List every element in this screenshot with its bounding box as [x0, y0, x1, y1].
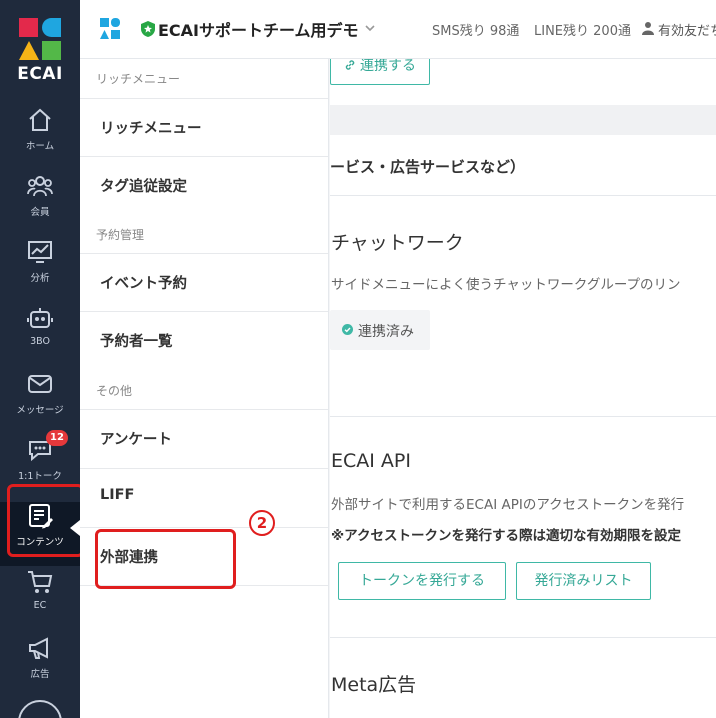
workspace-title[interactable]: ECAIサポートチーム用デモ: [158, 17, 359, 41]
nav-item-message[interactable]: メッセージ: [0, 370, 80, 434]
ecai-logo-icon: [19, 18, 61, 62]
highlight-box-external: [95, 529, 236, 589]
divider: [330, 195, 716, 196]
nav-item-analytics[interactable]: 分析: [0, 238, 80, 302]
top-header: ECAIサポートチーム用デモ SMS残り 98通 LINE残り 200通 有効友…: [80, 0, 716, 59]
robot-icon: [27, 308, 53, 328]
api-description: 外部サイトで利用するECAI APIのアクセストークンを発行: [331, 497, 685, 513]
submenu-section-richmenu: リッチメニュー: [96, 72, 181, 86]
submenu-section-other: その他: [96, 384, 133, 398]
home-icon: [29, 108, 51, 131]
api-title: ECAI API: [331, 450, 411, 472]
cart-icon: [28, 571, 53, 593]
nav-label: EC: [33, 600, 47, 611]
nav-label: 3BO: [30, 336, 50, 347]
divider: [330, 416, 716, 417]
submenu-item-survey[interactable]: アンケート: [80, 409, 328, 467]
chatwork-title: チャットワーク: [331, 232, 464, 254]
brand-logo[interactable]: ECAI: [0, 0, 80, 96]
highlight-box-content: [7, 484, 84, 557]
content-submenu: リッチメニュー リッチメニュー タグ追従設定 予約管理 イベント予約 予約者一覧…: [80, 59, 329, 718]
divider: [330, 637, 716, 638]
chatwork-status-label: 連携済み: [358, 324, 414, 340]
chevron-down-icon[interactable]: [364, 22, 376, 34]
chatwork-description: サイドメニューによく使うチャットワークグループのリン: [331, 277, 681, 293]
submenu-item-tag-tracking[interactable]: タグ追従設定: [80, 156, 328, 214]
left-navigation: ECAI ホーム 会員 分析 3BO メッセージ 12 1:1トーク コンテンツ…: [0, 0, 80, 718]
brand-name: ECAI: [17, 64, 63, 84]
account-avatar[interactable]: [18, 700, 62, 718]
mail-icon: [28, 375, 52, 393]
nav-label: 1:1トーク: [18, 471, 62, 482]
nav-label: メッセージ: [16, 405, 64, 416]
chart-icon: [28, 241, 52, 263]
annotation-number-2: 2: [249, 510, 275, 536]
submenu-item-label: 予約者一覧: [100, 334, 173, 350]
megaphone-icon: [29, 637, 48, 659]
submenu-item-label: タグ追従設定: [100, 179, 187, 195]
meta-ads-title: Meta広告: [331, 674, 417, 696]
nav-item-home[interactable]: ホーム: [0, 106, 80, 170]
user-icon: [642, 22, 654, 35]
connect-button-label: 連携する: [360, 59, 416, 74]
unread-badge: 12: [46, 430, 68, 446]
nav-item-bot[interactable]: 3BO: [0, 304, 80, 368]
link-icon: [345, 60, 355, 70]
services-heading: ービス・広告サービスなど）: [330, 158, 526, 176]
nav-item-ads[interactable]: 広告: [0, 634, 80, 698]
shield-icon: [141, 21, 155, 37]
submenu-item-label: イベント予約: [100, 276, 187, 292]
connect-button[interactable]: 連携する: [330, 59, 430, 85]
submenu-item-label: リッチメニュー: [100, 121, 202, 137]
main-content: 連携する ービス・広告サービスなど） チャットワーク サイドメニューによく使うチ…: [330, 59, 716, 718]
issue-token-button[interactable]: トークンを発行する: [338, 562, 506, 600]
nav-item-members[interactable]: 会員: [0, 172, 80, 236]
nav-label: ホーム: [25, 141, 55, 152]
nav-item-ec[interactable]: EC: [0, 568, 80, 632]
line-remaining: LINE残り 200通: [534, 24, 631, 39]
active-friends-label: 有効友だち: [658, 24, 716, 39]
submenu-item-label: LIFF: [100, 487, 135, 503]
section-separator: [330, 105, 716, 135]
submenu-item-label: アンケート: [100, 432, 172, 448]
submenu-item-reservation-list[interactable]: 予約者一覧: [80, 311, 328, 369]
nav-label: 広告: [30, 669, 50, 680]
submenu-item-liff[interactable]: LIFF: [80, 468, 328, 526]
api-warning: ※アクセストークンを発行する際は適切な有効期限を設定: [331, 528, 681, 544]
ecai-mini-logo-icon: [100, 18, 120, 39]
check-circle-icon: [342, 324, 353, 335]
nav-label: 会員: [30, 207, 50, 218]
chatwork-status-chip: 連携済み: [330, 310, 430, 350]
submenu-section-reservation: 予約管理: [96, 228, 145, 242]
people-icon: [27, 176, 53, 197]
sms-remaining: SMS残り 98通: [432, 24, 520, 39]
submenu-item-event-reservation[interactable]: イベント予約: [80, 253, 328, 311]
issued-list-button[interactable]: 発行済みリスト: [516, 562, 651, 600]
submenu-item-richmenu[interactable]: リッチメニュー: [80, 98, 328, 156]
nav-label: 分析: [30, 273, 50, 284]
